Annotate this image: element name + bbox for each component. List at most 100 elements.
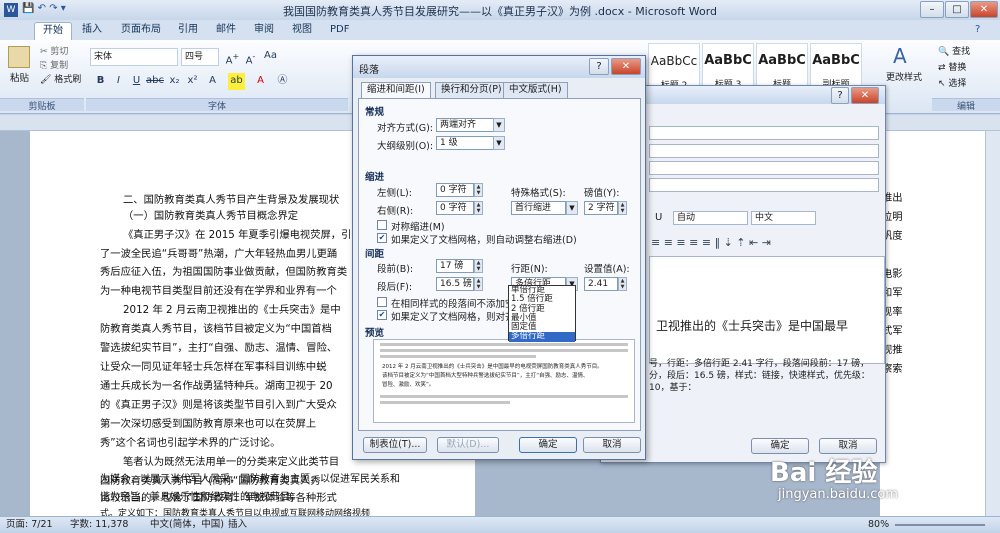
font-color-field[interactable]: 自动 <box>673 211 748 225</box>
tab-references[interactable]: 引用 <box>170 22 206 40</box>
document-page-right[interactable]: 推出 位明 帆度 电影 和军 现率 式军 视推 察索 <box>880 131 1000 516</box>
space-after-input[interactable]: 16.5 磅 <box>436 277 474 291</box>
doc-line: 笔者认为既然无法用单一的分类来定义此类节目 <box>123 456 340 468</box>
tab-mailings[interactable]: 邮件 <box>208 22 244 40</box>
strikethrough-icon[interactable]: abc <box>146 73 164 90</box>
tab-page-layout[interactable]: 页面布局 <box>113 22 169 40</box>
modify-style-close-button[interactable]: ✕ <box>851 87 879 104</box>
alignment-dropdown-icon[interactable]: ▼ <box>493 118 505 132</box>
paste-button[interactable]: 粘贴 <box>10 70 29 84</box>
tab-home[interactable]: 开始 <box>34 22 72 40</box>
tab-view[interactable]: 视图 <box>284 22 320 40</box>
change-styles-button[interactable]: 更改样式 <box>886 70 922 83</box>
doc-line: 警选拔纪实节目”，主打“自强、励志、温情、冒险、 <box>100 342 338 354</box>
language-field[interactable]: 中文 <box>751 211 816 225</box>
format-painter-button[interactable]: 🖌 格式刷 <box>40 72 81 85</box>
alignment-icons[interactable]: ≡ ≡ ≡ ≡ ≡ ‖ ⇣ ⇡ ⇤ ⇥ <box>651 236 771 249</box>
snap-grid-label: 如果定义了文档网格，则对齐到 <box>391 312 525 323</box>
dialog-close-button[interactable]: ✕ <box>611 58 641 75</box>
zoom-slider[interactable] <box>895 524 985 526</box>
find-button[interactable]: 🔍 查找 <box>938 44 970 57</box>
preview-heading: 预览 <box>365 328 385 339</box>
tab-pdf[interactable]: PDF <box>322 22 357 40</box>
snap-grid-checkbox[interactable]: ✔ <box>377 310 387 320</box>
line-spacing-at-input[interactable]: 2.41 <box>584 277 618 291</box>
doc-line: 2012 年 2 月云南卫视推出的《士兵突击》是中 <box>123 304 341 316</box>
left-indent-input[interactable]: 0 字符 <box>436 183 474 197</box>
tab-review[interactable]: 审阅 <box>246 22 282 40</box>
doc-line: 为媒介，以展示当代军人风采，国防教育为主题，以促进军民关系和 <box>100 474 400 485</box>
vertical-scrollbar[interactable] <box>985 131 1000 516</box>
line-spacing-at-label: 设置值(A): <box>584 264 630 275</box>
char-border-icon[interactable]: Ⓐ <box>274 73 291 90</box>
indent-by-spinner[interactable]: ▲ ▼ <box>618 201 627 215</box>
help-icon[interactable]: ? <box>975 24 980 35</box>
right-indent-spinner[interactable]: ▲ ▼ <box>474 201 483 215</box>
alignment-label: 对齐方式(G): <box>377 123 433 134</box>
style-following-field[interactable] <box>649 178 879 192</box>
clear-format-icon[interactable]: Aa <box>262 48 279 65</box>
text-effects-icon[interactable]: A <box>204 73 221 90</box>
copy-button[interactable]: ⎘ 复制 <box>40 58 68 71</box>
maximize-button[interactable]: □ <box>945 1 969 18</box>
outline-dropdown-icon[interactable]: ▼ <box>493 136 505 150</box>
space-after-spinner[interactable]: ▲ ▼ <box>474 277 483 291</box>
language-status[interactable]: 中文(简体，中国) <box>150 517 224 533</box>
bold-icon[interactable]: B <box>92 73 109 90</box>
dialog-help-button[interactable]: ? <box>589 58 609 75</box>
ok-button[interactable]: 确定 <box>519 437 577 453</box>
font-color-icon[interactable]: A <box>252 73 269 90</box>
space-before-input[interactable]: 17 磅 <box>436 259 474 273</box>
tab-indents-spacing[interactable]: 缩进和间距(I) <box>361 82 431 99</box>
shrink-font-icon[interactable]: A- <box>242 48 259 66</box>
style-name-field[interactable] <box>649 126 879 140</box>
paste-icon[interactable] <box>8 46 30 68</box>
change-styles-icon[interactable]: A <box>893 44 907 68</box>
tab-line-page-breaks[interactable]: 换行和分页(P) <box>435 82 508 98</box>
editing-group-label: 编辑 <box>932 98 1000 112</box>
italic-icon[interactable]: I <box>110 73 127 90</box>
alignment-select[interactable]: 两端对齐 <box>436 118 494 132</box>
set-default-button[interactable]: 默认(D)... <box>437 437 499 453</box>
outline-level-select[interactable]: 1 级 <box>436 136 494 150</box>
dialog-panel: 常规 对齐方式(G): 两端对齐 ▼ 大纲级别(O): 1 级 ▼ 缩进 左侧(… <box>358 98 641 431</box>
subscript-icon[interactable]: x₂ <box>166 73 183 90</box>
word-counter[interactable]: 字数: 11,378 <box>70 517 128 533</box>
special-indent-dropdown-icon[interactable]: ▼ <box>566 201 578 215</box>
right-indent-input[interactable]: 0 字符 <box>436 201 474 215</box>
replace-button[interactable]: ⇄ 替换 <box>938 60 966 73</box>
superscript-icon[interactable]: x² <box>184 73 201 90</box>
tab-asian-typography[interactable]: 中文版式(H) <box>503 82 568 98</box>
auto-indent-checkbox[interactable]: ✔ <box>377 233 387 243</box>
cancel-button[interactable]: 取消 <box>583 437 641 453</box>
font-size-combo[interactable]: 四号 <box>181 48 219 66</box>
space-before-spinner[interactable]: ▲ ▼ <box>474 259 483 273</box>
style-type-field[interactable] <box>649 144 879 158</box>
style-based-on-field[interactable] <box>649 161 879 175</box>
tabs-button[interactable]: 制表位(T)... <box>363 437 427 453</box>
paragraph-dialog: 段落 ? ✕ 缩进和间距(I) 换行和分页(P) 中文版式(H) 常规 对齐方式… <box>352 55 646 460</box>
left-indent-spinner[interactable]: ▲ ▼ <box>474 183 483 197</box>
select-button[interactable]: ↖ 选择 <box>938 76 966 89</box>
option-multiple[interactable]: 多倍行距 <box>509 332 575 342</box>
no-space-checkbox[interactable] <box>377 297 387 307</box>
insert-mode[interactable]: 插入 <box>228 517 247 533</box>
doc-line: 《真正男子汉》在 2015 年夏季引爆电视荧屏，引 <box>123 229 352 241</box>
doc-line: 第一次深切感受到国防教育原来也可以在荧屏上 <box>100 418 317 430</box>
page-counter[interactable]: 页面: 7/21 <box>6 517 53 533</box>
modify-style-help-button[interactable]: ? <box>831 87 849 104</box>
tab-insert[interactable]: 插入 <box>74 22 110 40</box>
indent-by-input[interactable]: 2 字符 <box>584 201 618 215</box>
mirror-indents-checkbox[interactable] <box>377 220 387 230</box>
font-name-combo[interactable]: 宋体 <box>90 48 178 66</box>
cut-button[interactable]: ✂ 剪切 <box>40 44 68 57</box>
underline-icon[interactable]: U <box>655 212 662 223</box>
special-indent-select[interactable]: 首行缩进 <box>511 201 566 215</box>
line-spacing-at-spinner[interactable]: ▲ ▼ <box>618 277 627 291</box>
zoom-level[interactable]: 80% <box>868 517 889 533</box>
close-button[interactable]: ✕ <box>970 1 998 18</box>
underline-icon[interactable]: U <box>128 73 145 90</box>
highlight-icon[interactable]: ab <box>228 73 245 90</box>
minimize-button[interactable]: – <box>920 1 944 18</box>
grow-font-icon[interactable]: A+ <box>224 48 241 66</box>
